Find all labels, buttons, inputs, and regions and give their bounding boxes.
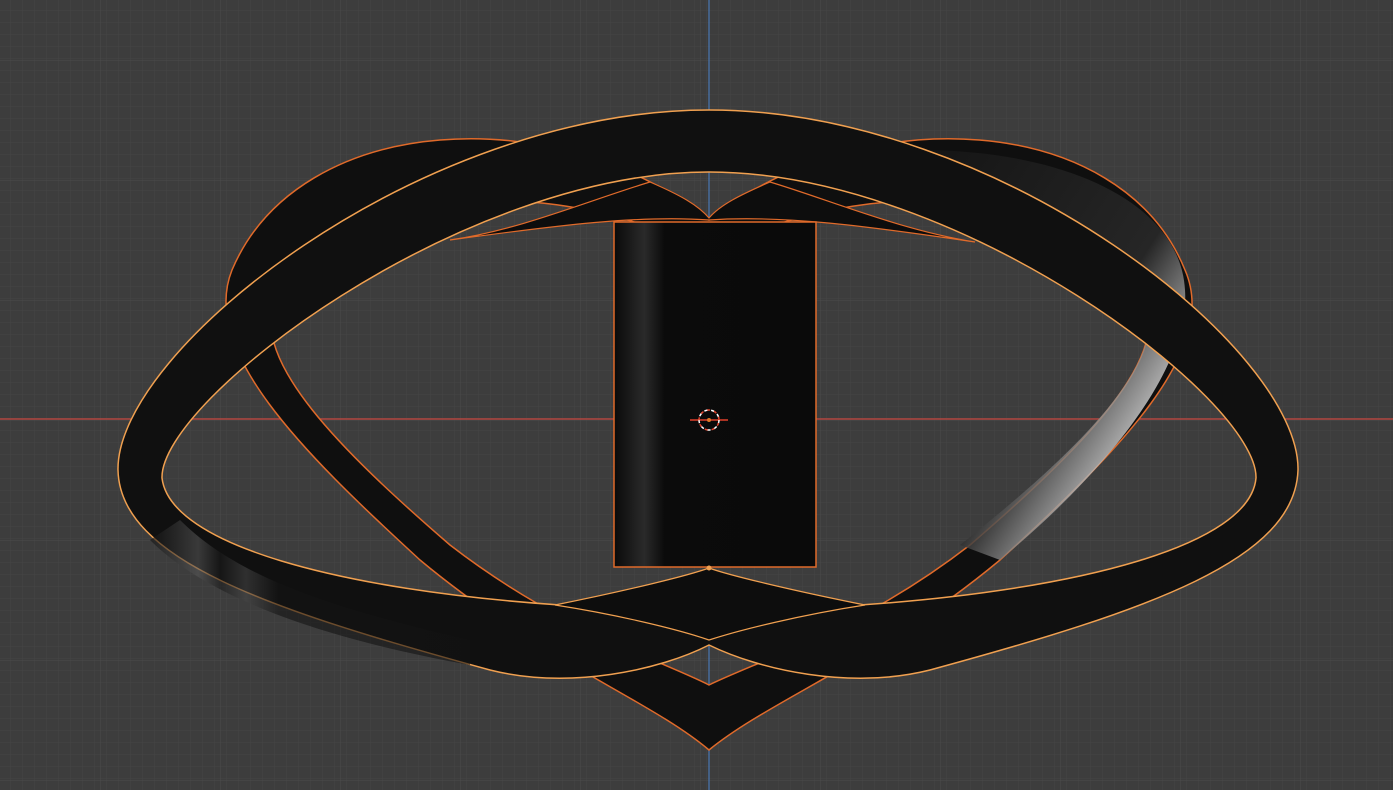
center-box[interactable] <box>613 221 817 568</box>
3d-viewport[interactable] <box>0 0 1393 790</box>
object-origin-icon <box>706 565 712 571</box>
viewport-canvas[interactable] <box>0 0 1393 790</box>
origin-dot <box>707 418 711 422</box>
